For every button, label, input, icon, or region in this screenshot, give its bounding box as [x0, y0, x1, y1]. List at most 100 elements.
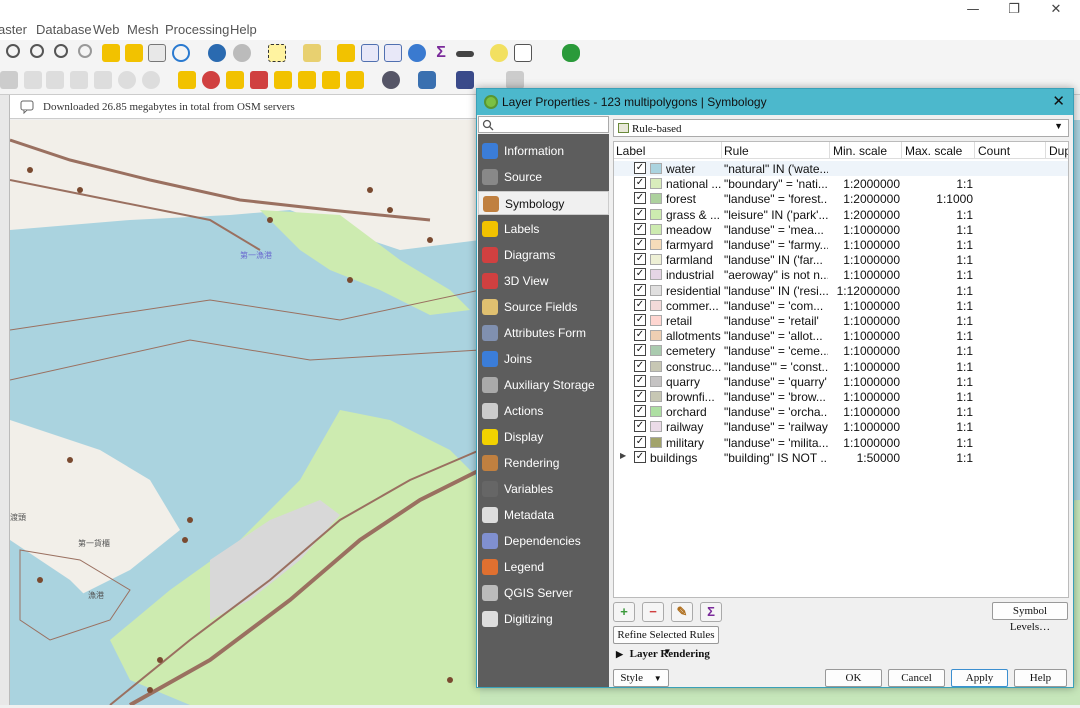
cut-icon[interactable] — [46, 71, 64, 89]
zoom-selection-icon[interactable] — [78, 44, 92, 58]
attribute-table-icon[interactable] — [361, 44, 379, 62]
move-label-icon[interactable] — [250, 71, 268, 89]
rule-checkbox[interactable]: ✓ — [634, 283, 646, 296]
rule-row[interactable]: ✓ construc... "landuse'" = 'const... 1:1000… — [614, 359, 1068, 374]
menu-mesh[interactable]: Mesh — [127, 22, 159, 37]
rule-row[interactable]: ✓ retail "landuse" = 'retail' 1:1000000 1:1 — [614, 313, 1068, 328]
layer-rendering-section[interactable]: ▶ Layer Rendering — [616, 648, 710, 660]
nav-item-auxiliary-storage[interactable]: Auxiliary Storage — [478, 373, 609, 397]
nav-item-actions[interactable]: Actions — [478, 399, 609, 423]
renderer-type-select[interactable]: Rule-based ▼ — [613, 119, 1069, 137]
nav-item-3d-view[interactable]: 3D View — [478, 269, 609, 293]
osm-download-icon[interactable] — [382, 71, 400, 89]
rule-checkbox[interactable]: ✓ — [634, 329, 646, 342]
col-min-scale[interactable]: Min. scale — [833, 144, 887, 158]
col-rule[interactable]: Rule — [724, 144, 749, 158]
rule-row[interactable]: ✓ farmyard "landuse" = 'farmy... 1:1000000 1… — [614, 237, 1068, 252]
rule-row[interactable]: ✓ orchard "landuse" = 'orcha... 1:1000000 1:… — [614, 404, 1068, 419]
rule-checkbox[interactable]: ✓ — [634, 359, 646, 372]
rule-row[interactable]: ✓ railway "landuse" = 'railway' 1:1000000 1:… — [614, 419, 1068, 434]
zoom-full-icon[interactable] — [54, 44, 68, 58]
measure-icon[interactable] — [456, 51, 474, 57]
rule-checkbox[interactable]: ✓ — [634, 405, 646, 418]
cancel-button[interactable]: Cancel — [888, 669, 945, 687]
rule-checkbox[interactable]: ✓ — [634, 314, 646, 326]
rule-row[interactable]: ✓ cemetery "landuse" = 'ceme... 1:1000000 1:… — [614, 343, 1068, 358]
rules-tree[interactable]: Label Rule Min. scale Max. scale Count D… — [613, 141, 1069, 598]
nav-item-dependencies[interactable]: Dependencies — [478, 529, 609, 553]
nav-item-joins[interactable]: Joins — [478, 347, 609, 371]
rule-row[interactable]: ✓ national ... "boundary" = 'nati... 1:2000… — [614, 176, 1068, 191]
nav-item-display[interactable]: Display — [478, 425, 609, 449]
rule-checkbox[interactable]: ✓ — [634, 222, 646, 235]
zoom-layer-icon[interactable] — [102, 44, 120, 62]
nav-item-symbology[interactable]: Symbology — [478, 191, 609, 215]
nav-item-digitizing[interactable]: Digitizing — [478, 607, 609, 631]
menu-raster[interactable]: aster — [0, 22, 27, 37]
rule-row[interactable]: ✓ residential "landuse" IN ('resi... 1:1200… — [614, 283, 1068, 298]
remove-rule-button[interactable]: − — [642, 602, 664, 622]
rule-row[interactable]: ✓ allotments "landuse" = 'allot... 1:100000… — [614, 328, 1068, 343]
nav-item-information[interactable]: Information — [478, 139, 609, 163]
nav-item-labels[interactable]: Labels — [478, 217, 609, 241]
nav-item-diagrams[interactable]: Diagrams — [478, 243, 609, 267]
statistics-sigma-icon[interactable]: Σ — [432, 44, 450, 62]
col-label[interactable]: Label — [616, 144, 645, 158]
symbol-levels-button[interactable]: Symbol Levels… — [992, 602, 1068, 633]
rule-checkbox[interactable]: ✓ — [634, 207, 646, 220]
rule-checkbox[interactable]: ✓ — [634, 450, 646, 463]
restore-icon[interactable]: ❐ — [1004, 2, 1024, 18]
expand-arrow-icon[interactable]: ▶ — [620, 451, 626, 460]
nav-item-variables[interactable]: Variables — [478, 477, 609, 501]
rule-checkbox[interactable]: ✓ — [634, 238, 646, 250]
rule-row[interactable]: ✓ brownfi... "landuse" = 'brow... 1:1000000… — [614, 389, 1068, 404]
rule-row[interactable]: ✓ industrial "aeroway" is not n... 1:100000… — [614, 267, 1068, 282]
new-bookmark-icon[interactable] — [125, 44, 143, 62]
zoom-in-icon[interactable] — [6, 44, 20, 58]
nav-item-metadata[interactable]: Metadata — [478, 503, 609, 527]
col-duplicate[interactable]: Dupl — [1049, 144, 1068, 158]
refine-rules-button[interactable]: Refine Selected Rules ▼ — [613, 626, 719, 656]
refresh-icon[interactable] — [172, 44, 190, 62]
close-window-icon[interactable]: ✕ — [1046, 2, 1066, 18]
close-icon[interactable]: ✕ — [1052, 92, 1065, 110]
rule-checkbox[interactable]: ✓ — [634, 420, 646, 433]
python-console-icon[interactable] — [418, 71, 436, 89]
rule-row[interactable]: ▶ ✓ buildings "building" IS NOT ... 1:50000 1… — [614, 450, 1068, 465]
rule-row[interactable]: ✓ farmland "landuse" IN ('far... 1:1000000 1… — [614, 252, 1068, 267]
deselect-icon[interactable] — [337, 44, 355, 62]
rule-row[interactable]: ✓ commer... "landuse" = 'com... 1:1000000 1:… — [614, 298, 1068, 313]
minimize-icon[interactable]: — — [963, 2, 983, 18]
apply-button[interactable]: Apply — [951, 669, 1008, 687]
count-features-button[interactable]: Σ — [700, 602, 722, 622]
show-bookmarks-icon[interactable] — [148, 44, 166, 62]
map-tips-icon[interactable] — [490, 44, 508, 62]
rule-row[interactable]: ✓ forest "landuse" = 'forest... 1:2000000 1:… — [614, 191, 1068, 206]
nav-item-source-fields[interactable]: Source Fields — [478, 295, 609, 319]
rule-row[interactable]: ✓ meadow "landuse" = 'mea... 1:1000000 1:1 — [614, 222, 1068, 237]
delete-icon[interactable] — [24, 71, 42, 89]
change-label-icon[interactable] — [298, 71, 316, 89]
field-calculator-icon[interactable] — [384, 44, 402, 62]
rule-checkbox[interactable]: ✓ — [634, 435, 646, 448]
text-annotation-icon[interactable] — [514, 44, 532, 62]
redo-icon[interactable] — [142, 71, 160, 89]
ok-button[interactable]: OK — [825, 669, 882, 687]
label-tool-icon[interactable] — [178, 71, 196, 89]
edit-rule-button[interactable]: ✎ — [671, 602, 693, 622]
nav-item-attributes-form[interactable]: Attributes Form — [478, 321, 609, 345]
toolbar-handle-icon[interactable] — [506, 71, 524, 89]
menu-web[interactable]: Web — [93, 22, 120, 37]
rule-checkbox[interactable]: ✓ — [634, 192, 646, 205]
col-count[interactable]: Count — [978, 144, 1010, 158]
qgis-cloud-icon[interactable] — [562, 44, 580, 62]
edit-pencil-icon[interactable] — [0, 71, 18, 89]
nav-item-rendering[interactable]: Rendering — [478, 451, 609, 475]
menu-processing[interactable]: Processing — [165, 22, 229, 37]
copy-icon[interactable] — [70, 71, 88, 89]
nav-item-source[interactable]: Source — [478, 165, 609, 189]
select-value-icon[interactable] — [303, 44, 321, 62]
rule-checkbox[interactable]: ✓ — [634, 390, 646, 402]
action-icon[interactable] — [233, 44, 251, 62]
paste-icon[interactable] — [94, 71, 112, 89]
